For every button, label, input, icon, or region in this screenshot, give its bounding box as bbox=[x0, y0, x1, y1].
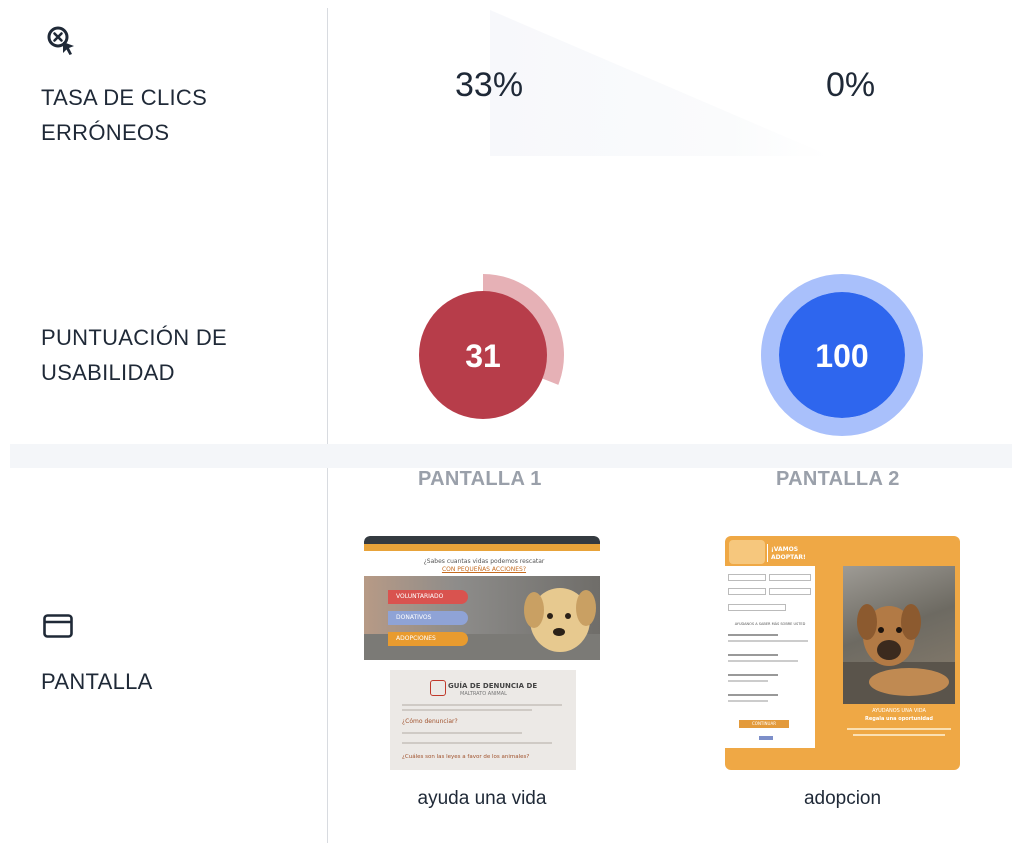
screen-1-thumbnail[interactable]: ¿Sabes cuantas vidas podemos rescatar CO… bbox=[364, 536, 600, 770]
screen-label: PANTALLA bbox=[41, 669, 153, 694]
misclick-rate-screen-1: 33% bbox=[455, 66, 524, 104]
thumb2-submit-button: CONTINUAR bbox=[739, 720, 789, 728]
thumb2-header-line1: ¡VAMOS bbox=[771, 546, 799, 553]
thumb2-logo bbox=[729, 540, 765, 564]
misclick-cursor-icon bbox=[44, 24, 78, 58]
thumb2-form-heading: AYUDANOS A SABER MÁS SOBRE USTED bbox=[734, 622, 806, 626]
thumb1-subheadline: CON PEQUEÑAS ACCIONES? bbox=[441, 566, 527, 573]
thumb1-guide-card: GUÍA DE DENUNCIA DE MALTRATO ANIMAL ¿Cóm… bbox=[390, 670, 576, 770]
thumb1-guide-subtitle: MALTRATO ANIMAL bbox=[460, 691, 507, 697]
thumb2-tagline-1: AYUDANOS UNA VIDA bbox=[872, 708, 926, 714]
screen-2-thumbnail[interactable]: ¡VAMOS ADOPTAR! AYUDANOS A SABER MÁS SOB… bbox=[725, 536, 960, 770]
thumb1-volunteer-button: VOLUNTARIADO bbox=[388, 590, 468, 604]
screen-1-caption: ayuda una vida bbox=[417, 788, 547, 809]
misclick-background-shape bbox=[490, 10, 830, 156]
thumb1-donations-button: DONATIVOS bbox=[388, 611, 468, 625]
section-separator bbox=[10, 444, 1012, 468]
misclick-rate-screen-2: 0% bbox=[826, 66, 876, 104]
screen-window-icon bbox=[43, 614, 73, 638]
usability-score-screen-1: 31 bbox=[465, 338, 501, 374]
screen-2-caption: adopcion bbox=[803, 788, 882, 809]
thumb1-guide-title: GUÍA DE DENUNCIA DE bbox=[448, 682, 538, 690]
thumb2-tagline-2: Regala una oportunidad bbox=[865, 716, 933, 722]
screen-2-header: PANTALLA 2 bbox=[776, 468, 900, 490]
thumb1-adoptions-button: ADOPCIONES bbox=[388, 632, 468, 646]
thumb2-form: AYUDANOS A SABER MÁS SOBRE USTED CONTINU… bbox=[725, 566, 815, 748]
usability-score-label: PUNTUACIÓN DE USABILIDAD bbox=[41, 325, 228, 385]
thumb1-question-1: ¿Cómo denunciar? bbox=[402, 718, 458, 725]
usability-score-screen-2: 100 bbox=[815, 338, 868, 374]
thumb2-dog-photo bbox=[843, 566, 955, 704]
thumb1-question-2: ¿Cuáles son las leyes a favor de los ani… bbox=[402, 754, 530, 760]
usability-gauge-screen-1: 31 bbox=[419, 274, 564, 419]
thumb2-header-line2: ADOPTAR! bbox=[771, 554, 806, 561]
column-divider bbox=[327, 8, 328, 843]
thumb1-headline: ¿Sabes cuantas vidas podemos rescatar bbox=[423, 558, 545, 565]
usability-gauge-screen-2: 100 bbox=[761, 274, 923, 436]
misclick-rate-label: TASA DE CLICS ERRÓNEOS bbox=[41, 85, 208, 145]
screen-1-header: PANTALLA 1 bbox=[418, 468, 542, 490]
